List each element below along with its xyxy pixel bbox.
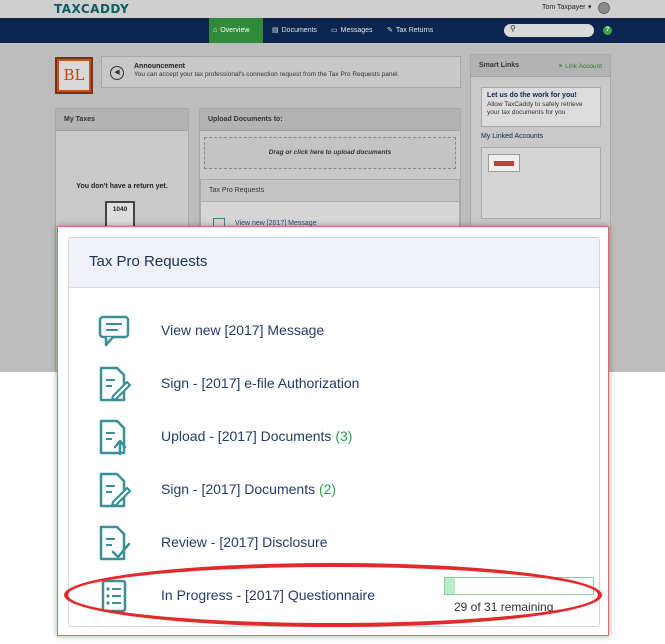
help-icon[interactable]: ? bbox=[603, 26, 612, 35]
sign-document-icon bbox=[97, 471, 132, 509]
request-count-badge: (2) bbox=[318, 481, 337, 497]
tab-documents[interactable]: ▤ Documents bbox=[268, 18, 321, 43]
tab-label: Messages bbox=[340, 27, 373, 34]
promo-title: Let us do the work for you! bbox=[487, 92, 577, 99]
taxcaddy-logo[interactable]: TAXCADDY bbox=[54, 2, 129, 16]
chevron-down-icon[interactable]: ▾ bbox=[588, 3, 592, 11]
request-label: Upload - [2017] Documents (3) bbox=[161, 428, 353, 444]
empty-state-text: You don't have a return yet. bbox=[76, 183, 168, 190]
request-label: Sign - [2017] Documents (2) bbox=[161, 481, 337, 497]
tab-tax-returns[interactable]: ✎ Tax Returns bbox=[383, 18, 437, 43]
progress-fill bbox=[445, 578, 455, 594]
request-label: Review - [2017] Disclosure bbox=[161, 534, 328, 550]
tab-label: Overview bbox=[220, 27, 250, 34]
tab-label: Documents bbox=[281, 27, 318, 34]
request-item-questionnaire[interactable]: In Progress - [2017] Questionnaire 29 of… bbox=[89, 577, 594, 617]
request-label: Sign - [2017] e-file Authorization bbox=[161, 375, 360, 391]
firm-logo: BL bbox=[55, 57, 93, 94]
review-document-icon bbox=[97, 524, 131, 562]
panel-header: Smart Links ⚭ Link Account bbox=[471, 55, 610, 77]
tab-label: Tax Returns bbox=[395, 27, 434, 34]
megaphone-icon: ◀ bbox=[110, 66, 124, 80]
firm-logo-initials: BL bbox=[59, 61, 89, 90]
panel-title: Tax Pro Requests bbox=[201, 180, 459, 202]
top-bar: TAXCADDY Tom Taxpayer ▾ bbox=[0, 0, 665, 18]
panel-title: Smart Links bbox=[479, 62, 520, 69]
linked-accounts-list bbox=[481, 147, 601, 219]
announcement-banner: ◀ Announcement You can accept your tax p… bbox=[101, 56, 461, 88]
tab-messages[interactable]: ▭ Messages bbox=[327, 18, 377, 43]
announcement-text: You can accept your tax professional's c… bbox=[134, 71, 400, 78]
link-account-label: Link Account bbox=[565, 63, 602, 70]
sign-document-icon bbox=[97, 365, 132, 403]
request-item-upload-documents[interactable]: Upload - [2017] Documents (3) bbox=[89, 418, 589, 458]
request-item-review-disclosure[interactable]: Review - [2017] Disclosure bbox=[89, 524, 589, 564]
main-nav: ⌂ Overview ▤ Documents ▭ Messages ✎ Tax Retu… bbox=[0, 18, 665, 43]
upload-drop-zone[interactable]: Drag or click here to upload documents bbox=[204, 137, 456, 169]
edit-icon: ✎ bbox=[387, 27, 393, 34]
linked-accounts-title: My Linked Accounts bbox=[481, 133, 544, 140]
request-item-sign-efile[interactable]: Sign - [2017] e-file Authorization bbox=[89, 365, 589, 405]
home-icon: ⌂ bbox=[213, 27, 218, 34]
message-icon: ▭ bbox=[331, 27, 338, 34]
avatar[interactable] bbox=[598, 2, 610, 14]
smart-links-promo[interactable]: Let us do the work for you! Allow TaxCad… bbox=[481, 87, 601, 127]
search-icon: ⚲ bbox=[510, 24, 516, 33]
progress-text: 29 of 31 remaining bbox=[454, 600, 554, 614]
search-input[interactable]: ⚲ bbox=[504, 24, 594, 37]
user-name[interactable]: Tom Taxpayer bbox=[542, 4, 585, 11]
request-count-badge: (3) bbox=[335, 428, 353, 444]
message-icon bbox=[97, 312, 131, 350]
announcement-title: Announcement bbox=[134, 63, 185, 70]
upload-document-icon bbox=[97, 418, 131, 456]
smart-links-panel: Smart Links ⚭ Link Account Let us do the… bbox=[470, 54, 611, 229]
request-label: In Progress - [2017] Questionnaire bbox=[161, 587, 376, 603]
panel-title: Upload Documents to: bbox=[200, 109, 460, 131]
request-item-view-message[interactable]: View new [2017] Message bbox=[89, 312, 589, 352]
zoomed-callout: Tax Pro Requests View new [2017] Message… bbox=[57, 226, 609, 636]
document-icon: ▤ bbox=[272, 27, 279, 34]
link-account-button[interactable]: ⚭ Link Account bbox=[558, 62, 602, 70]
bank-logo[interactable] bbox=[488, 154, 520, 172]
panel-title: My Taxes bbox=[56, 109, 188, 131]
tax-pro-requests-panel: Tax Pro Requests View new [2017] Message… bbox=[68, 237, 600, 627]
promo-text: Allow TaxCaddy to safely retrieve your t… bbox=[487, 101, 583, 116]
panel-title: Tax Pro Requests bbox=[69, 238, 599, 288]
questionnaire-icon bbox=[97, 577, 131, 615]
tab-overview[interactable]: ⌂ Overview bbox=[209, 18, 263, 43]
questionnaire-progress-bar bbox=[444, 577, 594, 595]
request-item-sign-documents[interactable]: Sign - [2017] Documents (2) bbox=[89, 471, 589, 511]
request-label: View new [2017] Message bbox=[161, 322, 325, 338]
